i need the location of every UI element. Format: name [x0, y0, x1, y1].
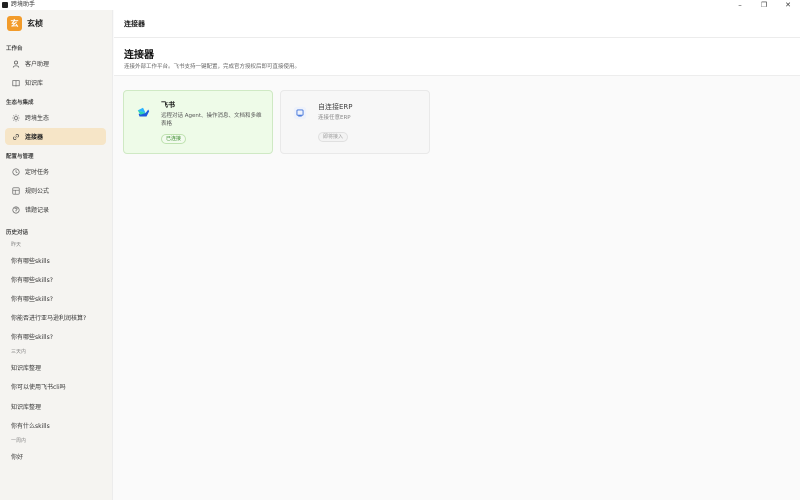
sidebar-item-rules[interactable]: 规则公式	[5, 182, 106, 199]
sidebar-item-label: 定时任务	[25, 169, 50, 176]
sidebar-item-label: 错题记录	[25, 207, 50, 214]
history-group-week: 一周内	[11, 438, 27, 444]
page-header: 连接器	[114, 10, 800, 38]
window-titlebar: 跨境助手 – ❐ ✕	[0, 0, 800, 10]
sidebar-item-label: 跨境生态	[25, 115, 50, 122]
section-title-config: 配置与管理	[6, 154, 34, 160]
history-item[interactable]: 知识库整理	[11, 363, 106, 372]
connector-card-feishu[interactable]: 飞书 远程对话 Agent、操作消息、文档和多维表格 已连接	[123, 90, 273, 154]
sidebar-item-scheduled-tasks[interactable]: 定时任务	[5, 163, 106, 180]
clock-icon	[11, 167, 21, 177]
connector-name: 自连接ERP	[318, 103, 353, 111]
close-button[interactable]: ✕	[776, 0, 800, 10]
erp-icon	[292, 105, 308, 121]
section-title-workspace: 工作台	[6, 46, 23, 52]
history-item[interactable]: 你有哪些skills?	[11, 332, 106, 341]
sidebar-item-ecosystem[interactable]: 跨境生态	[5, 109, 106, 126]
history-title: 历史对话	[6, 230, 29, 236]
header-title: 连接器	[124, 20, 145, 28]
page-description: 连接外部工作平台。飞书支持一键配置，完成官方授权后即可直接使用。	[124, 64, 301, 70]
sidebar-item-customer-assistant[interactable]: 客户助理	[5, 55, 106, 72]
history-group-yesterday: 昨天	[11, 242, 22, 248]
history-item[interactable]: 知识库整理	[11, 402, 106, 411]
history-item[interactable]: 你有什么skills	[11, 421, 106, 430]
feishu-icon	[135, 105, 151, 121]
main-content: 连接器 连接外部工作平台。飞书支持一键配置，完成官方授权后即可直接使用。 飞书 …	[114, 38, 800, 500]
sidebar: 玄 玄桢 工作台 客户助理 知识库 生态与集成 跨境生态 连接器 配置与管理 定…	[0, 10, 113, 500]
connector-name: 飞书	[161, 101, 175, 109]
history-item[interactable]: 你好	[11, 452, 106, 461]
grid-icon	[11, 186, 21, 196]
person-icon	[11, 59, 21, 69]
sidebar-item-label: 规则公式	[25, 188, 50, 195]
history-item[interactable]: 你有哪些skills	[11, 256, 106, 265]
history-group-three-days: 三天内	[11, 349, 27, 355]
window-title: 跨境助手	[11, 1, 36, 8]
brand[interactable]: 玄 玄桢	[7, 16, 43, 31]
brand-logo: 玄	[7, 16, 22, 31]
hero-section: 连接器 连接外部工作平台。飞书支持一键配置，完成官方授权后即可直接使用。	[114, 38, 800, 76]
connector-description: 连接任意ERP	[318, 115, 351, 121]
section-title-ecosystem: 生态与集成	[6, 100, 34, 106]
sidebar-item-label: 客户助理	[25, 61, 50, 68]
link-icon	[11, 132, 21, 142]
status-badge: 已连接	[161, 134, 187, 144]
book-icon	[11, 78, 21, 88]
status-badge: 即将接入	[318, 132, 349, 142]
sidebar-item-knowledge-base[interactable]: 知识库	[5, 74, 106, 91]
window-controls: – ❐ ✕	[728, 0, 800, 10]
sidebar-item-connectors[interactable]: 连接器	[5, 128, 106, 145]
connector-card-erp[interactable]: 自连接ERP 连接任意ERP 即将接入	[280, 90, 430, 154]
page-title: 连接器	[124, 50, 154, 61]
sidebar-item-error-log[interactable]: 错题记录	[5, 201, 106, 218]
history-item[interactable]: 你能否进行亚马逊利润核算?	[11, 313, 106, 322]
app-icon	[2, 2, 8, 8]
sun-icon	[11, 113, 21, 123]
question-icon	[11, 205, 21, 215]
history-item[interactable]: 你有哪些skills?	[11, 275, 106, 284]
history-item[interactable]: 你有哪些skills?	[11, 294, 106, 303]
history-item[interactable]: 你可以使用飞书cli吗	[11, 382, 106, 391]
minimize-button[interactable]: –	[728, 0, 752, 10]
sidebar-item-label: 连接器	[25, 134, 44, 141]
maximize-button[interactable]: ❐	[752, 0, 776, 10]
brand-name: 玄桢	[27, 19, 43, 28]
connector-description: 远程对话 Agent、操作消息、文档和多维表格	[161, 113, 262, 127]
sidebar-item-label: 知识库	[25, 80, 44, 87]
